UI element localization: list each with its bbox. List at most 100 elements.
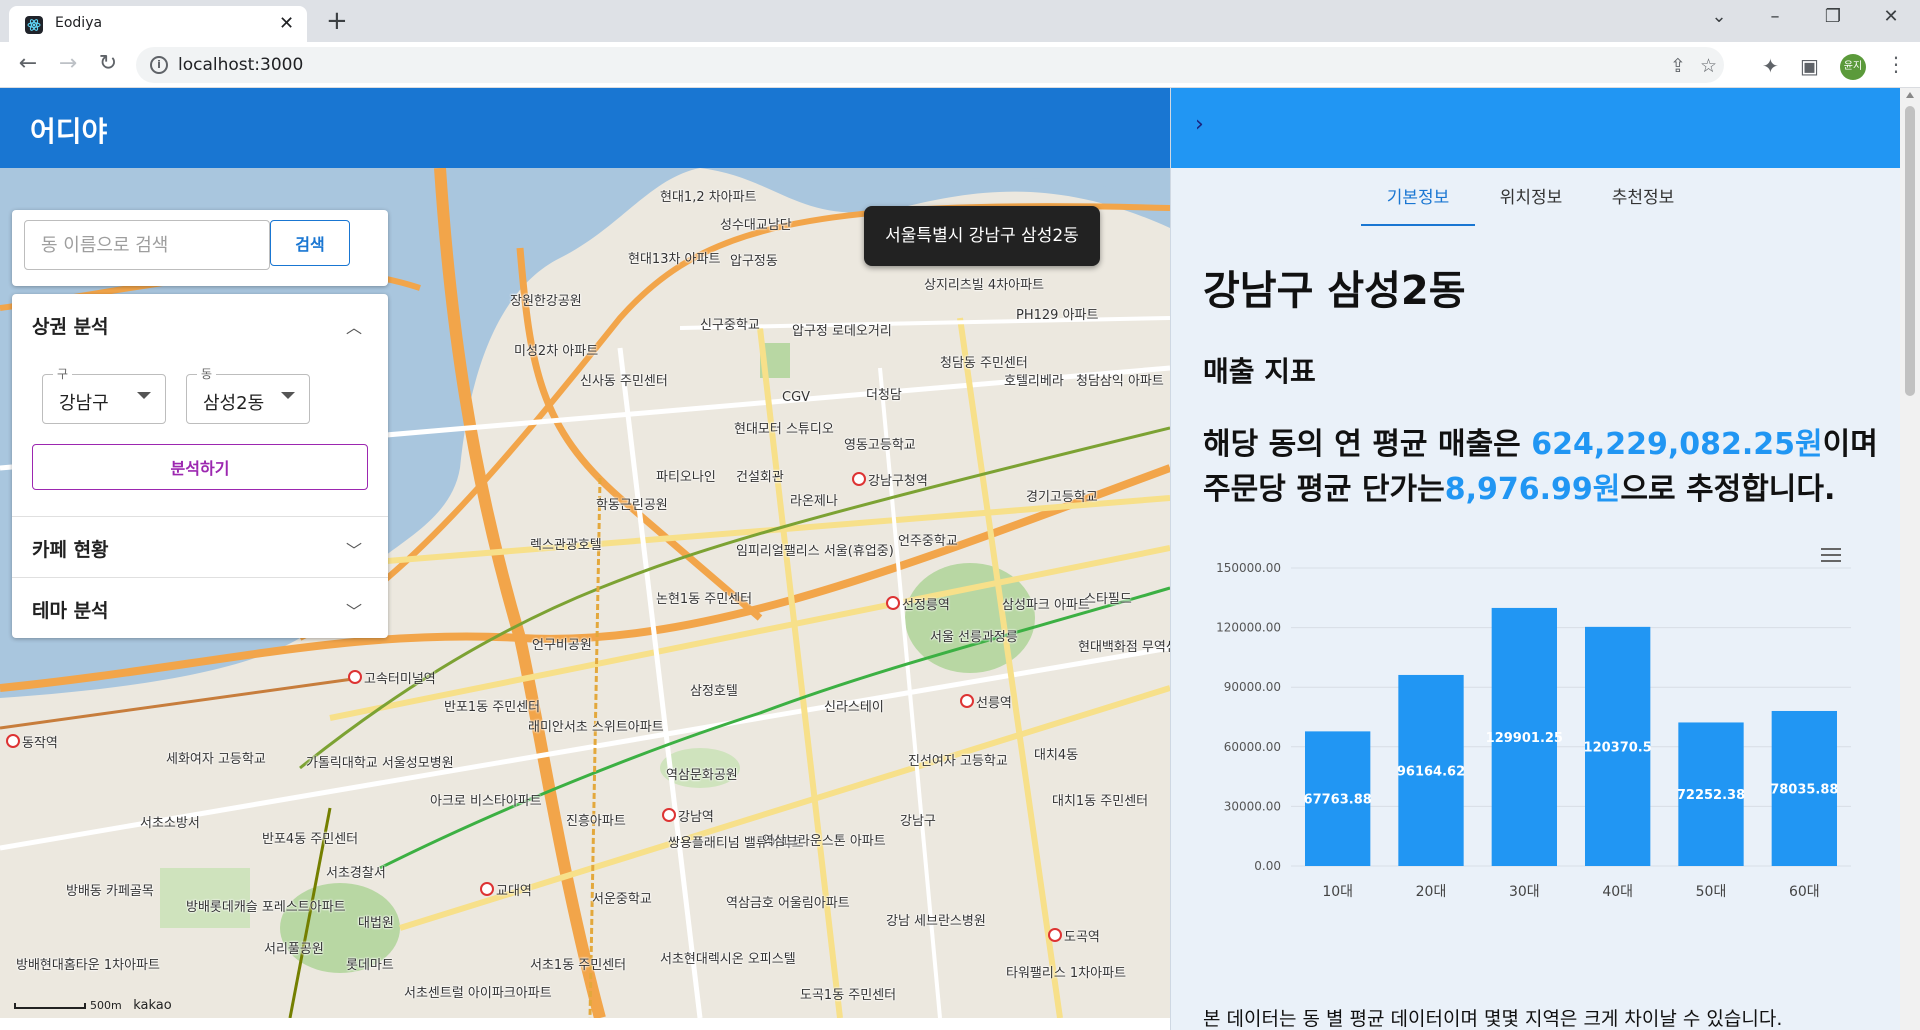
subway-station: 고속터미널역 xyxy=(348,668,436,687)
map-label: 아크로 비스타아파트 xyxy=(430,794,542,809)
side-panel-icon[interactable]: ▣ xyxy=(1800,54,1819,78)
accordion-header-commercial[interactable]: 상권 분석 ︿ xyxy=(12,294,388,354)
react-icon xyxy=(25,16,43,34)
map-label: 서초센트럴 아이파크아파트 xyxy=(404,986,552,1001)
new-tab-icon[interactable]: + xyxy=(326,6,348,36)
analyze-button[interactable]: 분석하기 xyxy=(32,444,368,490)
dropdown-caret-icon xyxy=(281,392,295,399)
window-close-icon[interactable]: ✕ xyxy=(1876,6,1906,27)
scroll-up-icon[interactable] xyxy=(1906,92,1914,98)
sales-chart: 0.00 30000.00 60000.00 90000.00 120000.00 150… xyxy=(1181,528,1881,928)
map-label: 롯데마트 xyxy=(346,958,394,973)
dong-select-value: 삼성2동 xyxy=(203,393,265,414)
map-label: 신라스테이 xyxy=(824,700,884,715)
map-label: 논현1동 주민센터 xyxy=(656,592,753,607)
y-tick-label: 0.00 xyxy=(1254,859,1281,873)
forward-icon[interactable]: → xyxy=(54,51,82,76)
tab-search-icon[interactable]: ⌄ xyxy=(1704,6,1734,27)
map-label: 역삼문화공원 xyxy=(666,768,738,783)
map-label: 삼성파크 아파트 xyxy=(1002,598,1090,613)
chevron-right-icon[interactable]: › xyxy=(1195,112,1204,137)
accordion-title: 카페 현황 xyxy=(32,539,109,561)
browser-tabbar: Eodiya ✕ + ⌄ – ❐ ✕ xyxy=(0,0,1920,42)
omnibox[interactable]: i localhost:3000 ⇪ ☆ xyxy=(136,47,1724,83)
map-label: 압구정동 xyxy=(730,254,778,269)
extensions-icon[interactable]: ✦ xyxy=(1762,54,1779,78)
map-label: 서리풀공원 xyxy=(264,942,324,957)
dong-title: 강남구 삼성2동 xyxy=(1203,268,1466,314)
map-label: 반포4동 주민센터 xyxy=(262,832,359,847)
map-label: 임피리얼팰리스 서울(휴업중) xyxy=(736,544,894,559)
maximize-icon[interactable]: ❐ xyxy=(1818,6,1848,27)
tab-location-info[interactable]: 위치정보 xyxy=(1475,178,1587,226)
url-text[interactable]: localhost:3000 xyxy=(178,55,303,75)
minimize-icon[interactable]: – xyxy=(1760,6,1790,27)
panel-header: › xyxy=(1171,88,1901,168)
y-tick-label: 150000.00 xyxy=(1216,561,1281,575)
tab-recommend-info[interactable]: 추천정보 xyxy=(1587,178,1699,226)
reload-icon[interactable]: ↻ xyxy=(94,51,122,76)
subway-station: 강남구청역 xyxy=(852,470,928,489)
map-label: 현대백화점 무역센터점 xyxy=(1078,640,1170,655)
chevron-up-icon[interactable]: ︿ xyxy=(346,314,362,338)
chart-menu-icon[interactable] xyxy=(1821,548,1841,562)
gu-select[interactable]: 구 강남구 xyxy=(42,365,166,424)
dong-select[interactable]: 동 삼성2동 xyxy=(186,365,310,424)
map-label: 대치4동 xyxy=(1034,748,1079,763)
map-label: 세화여자 고등학교 xyxy=(166,752,266,767)
map-label: 현대13차 아파트 xyxy=(628,252,721,267)
accordion-header-theme[interactable]: 테마 분석 ﹀ xyxy=(12,578,388,638)
kakao-logo: kakao xyxy=(133,998,172,1013)
tab-basic-info[interactable]: 기본정보 xyxy=(1361,178,1475,226)
map-tooltip: 서울특별시 강남구 삼성2동 xyxy=(864,206,1100,266)
search-box: 검색 xyxy=(12,210,388,286)
map-label: 진흥아파트 xyxy=(566,814,626,829)
map-label: 가톨릭대학교 서울성모병원 xyxy=(306,756,454,771)
bookmark-star-icon[interactable]: ☆ xyxy=(1700,55,1717,77)
y-tick-label: 30000.00 xyxy=(1224,799,1281,813)
close-tab-icon[interactable]: ✕ xyxy=(279,13,294,34)
x-tick-label: 60대 xyxy=(1789,884,1820,900)
map-label: 압구정 로데오거리 xyxy=(792,324,892,339)
accordion-body: 구 강남구 동 삼성2동 분석하기 xyxy=(12,354,388,516)
map-label: 방배동 카페골목 xyxy=(66,884,154,899)
accordion-header-cafe[interactable]: 카페 현황 ﹀ xyxy=(12,517,388,577)
map-label: 서초소방서 xyxy=(140,816,200,831)
map-label: 신사동 주민센터 xyxy=(580,374,668,389)
app-title[interactable]: 어디야 xyxy=(30,110,107,150)
map-label: 언구비공원 xyxy=(532,638,592,653)
profile-avatar[interactable]: 윤지 xyxy=(1840,54,1866,80)
chevron-down-icon[interactable]: ﹀ xyxy=(346,598,362,622)
map-label: 도곡1동 주민센터 xyxy=(800,988,897,1003)
map-label: 서초1동 주민센터 xyxy=(530,958,627,973)
bar-value-label: 78035.88 xyxy=(1770,782,1838,797)
browser-tab[interactable]: Eodiya ✕ xyxy=(9,6,307,42)
section-title: 매출 지표 xyxy=(1203,355,1316,388)
map-label: 진선여자 고등학교 xyxy=(908,754,1008,769)
map-label: 삼정호텔 xyxy=(690,684,738,699)
summary-suffix: 으로 추정합니다. xyxy=(1620,472,1836,507)
map-label: PH129 아파트 xyxy=(1016,308,1099,323)
map-label: 라온제나 xyxy=(790,494,838,509)
browser-menu-icon[interactable]: ⋮ xyxy=(1886,52,1906,76)
map-label: 서초현대렉시온 오피스텔 xyxy=(660,952,796,967)
map-label: 청담삼익 아파트 xyxy=(1076,374,1164,389)
search-button[interactable]: 검색 xyxy=(270,220,350,266)
map-label: 영동고등학교 xyxy=(844,438,916,453)
subway-station: 동작역 xyxy=(6,732,58,751)
info-icon[interactable]: i xyxy=(150,56,168,74)
map-label: CGV xyxy=(782,390,811,405)
chevron-down-icon[interactable]: ﹀ xyxy=(346,537,362,561)
scrollbar-thumb[interactable] xyxy=(1905,106,1915,396)
subway-station: 선릉역 xyxy=(960,692,1012,711)
map-label: 더청담 xyxy=(866,388,902,403)
panel-scrollbar[interactable] xyxy=(1900,88,1920,1030)
back-icon[interactable]: ← xyxy=(14,51,42,76)
address-bar: ← → ↻ i localhost:3000 ⇪ ☆ ✦ ▣ 윤지 ⋮ xyxy=(0,42,1920,88)
search-input[interactable] xyxy=(24,220,270,270)
accordion-title: 상권 분석 xyxy=(32,316,109,338)
map-label: 역삼브라운스톤 아파트 xyxy=(762,834,886,849)
map-scale: 500m kakao xyxy=(14,998,172,1013)
share-icon[interactable]: ⇪ xyxy=(1670,55,1686,77)
accordion-title: 테마 분석 xyxy=(32,600,109,622)
